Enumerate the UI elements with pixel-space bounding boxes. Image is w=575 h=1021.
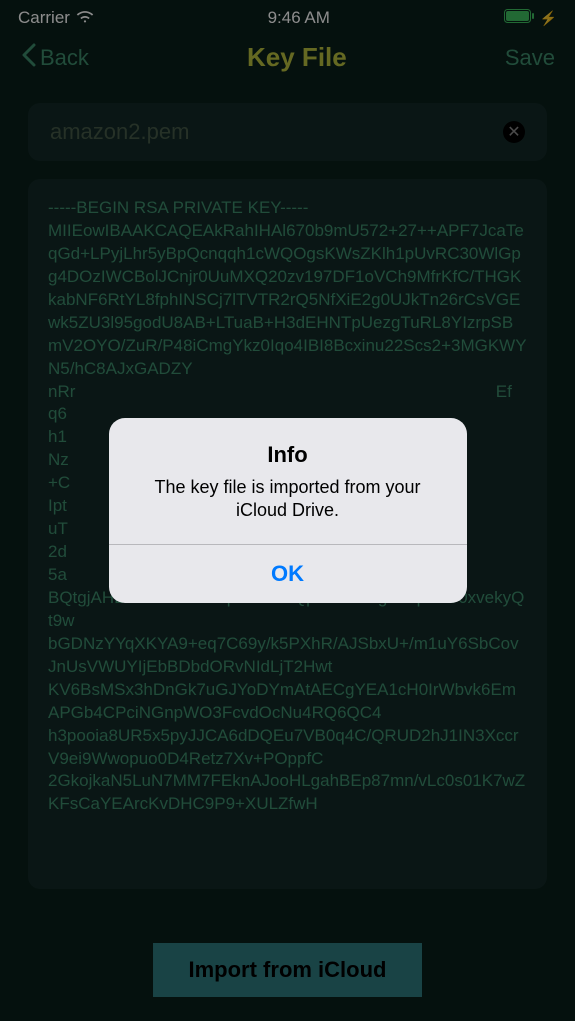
alert-title: Info (131, 442, 445, 468)
alert-message: The key file is imported from your iClou… (131, 476, 445, 523)
alert-dialog: Info The key file is imported from your … (109, 418, 467, 604)
alert-content: Info The key file is imported from your … (109, 418, 467, 545)
alert-ok-button[interactable]: OK (109, 545, 467, 603)
modal-overlay: Info The key file is imported from your … (0, 0, 575, 1021)
